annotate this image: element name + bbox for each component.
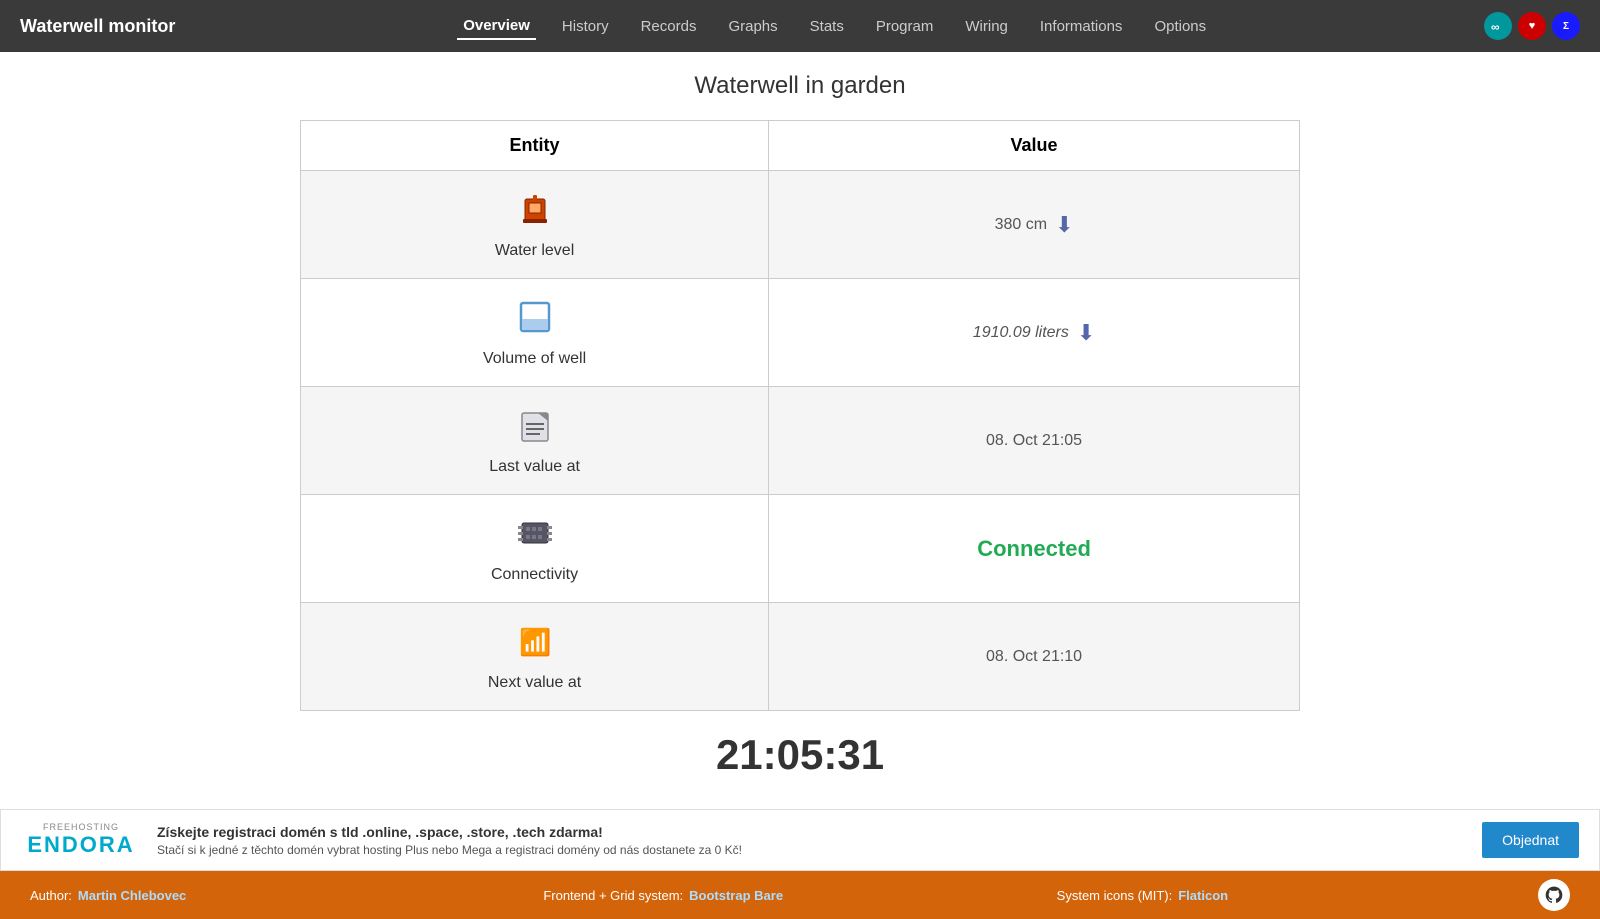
ad-headline: Získejte registraci domén s tld .online,… [157, 824, 1466, 840]
table-row: Connectivity Connected [301, 495, 1300, 603]
water-level-icon [515, 189, 555, 236]
page-title: Waterwell in garden [694, 72, 905, 100]
ad-banner: FREEHOSTING ENDORA Získejte registraci d… [0, 809, 1600, 871]
frontend-link[interactable]: Bootstrap Bare [689, 888, 783, 903]
col-value-header: Value [769, 121, 1300, 171]
footer-icons: System icons (MIT): Flaticon [1057, 879, 1570, 911]
value-cell-connectivity: Connected [769, 495, 1300, 603]
connectivity-label: Connectivity [491, 566, 578, 584]
volume-value: 1910.09 liters [973, 324, 1069, 342]
next-value-text: 08. Oct 21:10 [986, 648, 1082, 666]
footer-author: Author: Martin Chlebovec [30, 888, 543, 903]
value-cell-volume: 1910.09 liters ⬇ [769, 279, 1300, 387]
footer-frontend: Frontend + Grid system: Bootstrap Bare [543, 888, 1056, 903]
ad-logo-main: ENDORA [27, 832, 134, 858]
ad-logo: FREEHOSTING ENDORA [21, 822, 141, 858]
header-external-icons: ∞ ♥ Σ [1484, 12, 1580, 40]
nav-informations[interactable]: Informations [1034, 14, 1129, 39]
water-level-value: 380 cm [995, 216, 1047, 234]
ad-subtext: Stačí si k jedné z těchto domén vybrat h… [157, 843, 1466, 857]
data-table: Entity Value [300, 120, 1300, 711]
ad-order-button[interactable]: Objednat [1482, 822, 1579, 858]
nav-graphs[interactable]: Graphs [722, 14, 783, 39]
entity-cell-connectivity: Connectivity [301, 495, 769, 603]
main-nav: Overview History Records Graphs Stats Pr… [215, 13, 1454, 40]
volume-icon [517, 297, 553, 344]
app-brand: Waterwell monitor [20, 16, 175, 37]
nav-overview[interactable]: Overview [457, 13, 536, 40]
down-arrow-volume: ⬇ [1077, 322, 1095, 344]
down-arrow-water-level: ⬇ [1055, 214, 1073, 236]
table-row: Last value at 08. Oct 21:05 [301, 387, 1300, 495]
connectivity-icon [516, 513, 554, 560]
nav-stats[interactable]: Stats [804, 14, 850, 39]
col-entity-header: Entity [301, 121, 769, 171]
table-row: Water level 380 cm ⬇ [301, 171, 1300, 279]
signal-icon: 📶 [515, 621, 555, 668]
author-link[interactable]: Martin Chlebovec [78, 888, 186, 903]
last-value-label: Last value at [489, 458, 580, 476]
app-footer: Author: Martin Chlebovec Frontend + Grid… [0, 871, 1600, 919]
value-cell-next-value: 08. Oct 21:10 [769, 603, 1300, 711]
app-header: Waterwell monitor Overview History Recor… [0, 0, 1600, 52]
entity-cell-next-value: 📶 Next value at [301, 603, 769, 711]
connected-text: Connected [977, 536, 1091, 562]
nav-records[interactable]: Records [635, 14, 703, 39]
icons-link[interactable]: Flaticon [1178, 888, 1228, 903]
nav-program[interactable]: Program [870, 14, 940, 39]
clock-display: 21:05:31 [716, 731, 884, 779]
main-content: Waterwell in garden Entity Value [0, 52, 1600, 799]
author-label: Author: [30, 888, 72, 903]
ad-logo-top: FREEHOSTING [43, 822, 119, 832]
table-row: 📶 Next value at 08. Oct 21:10 [301, 603, 1300, 711]
next-value-label: Next value at [488, 674, 581, 692]
nav-history[interactable]: History [556, 14, 615, 39]
log-icon [518, 405, 552, 452]
sigfox-icon[interactable]: Σ [1552, 12, 1580, 40]
entity-cell-water-level: Water level [301, 171, 769, 279]
svg-text:∞: ∞ [1491, 20, 1500, 34]
nodemcu-icon[interactable]: ♥ [1518, 12, 1546, 40]
value-cell-water-level: 380 cm ⬇ [769, 171, 1300, 279]
github-icon[interactable] [1538, 879, 1570, 911]
nav-options[interactable]: Options [1148, 14, 1212, 39]
arduino-icon[interactable]: ∞ [1484, 12, 1512, 40]
nav-wiring[interactable]: Wiring [959, 14, 1014, 39]
last-value-text: 08. Oct 21:05 [986, 432, 1082, 450]
entity-cell-volume: Volume of well [301, 279, 769, 387]
entity-cell-last-value: Last value at [301, 387, 769, 495]
frontend-label: Frontend + Grid system: [543, 888, 683, 903]
icons-label: System icons (MIT): [1057, 888, 1173, 903]
volume-label: Volume of well [483, 350, 586, 368]
water-level-label: Water level [495, 242, 574, 260]
svg-text:📶: 📶 [519, 627, 551, 657]
ad-text: Získejte registraci domén s tld .online,… [157, 824, 1466, 857]
value-cell-last-value: 08. Oct 21:05 [769, 387, 1300, 495]
table-row: Volume of well 1910.09 liters ⬇ [301, 279, 1300, 387]
